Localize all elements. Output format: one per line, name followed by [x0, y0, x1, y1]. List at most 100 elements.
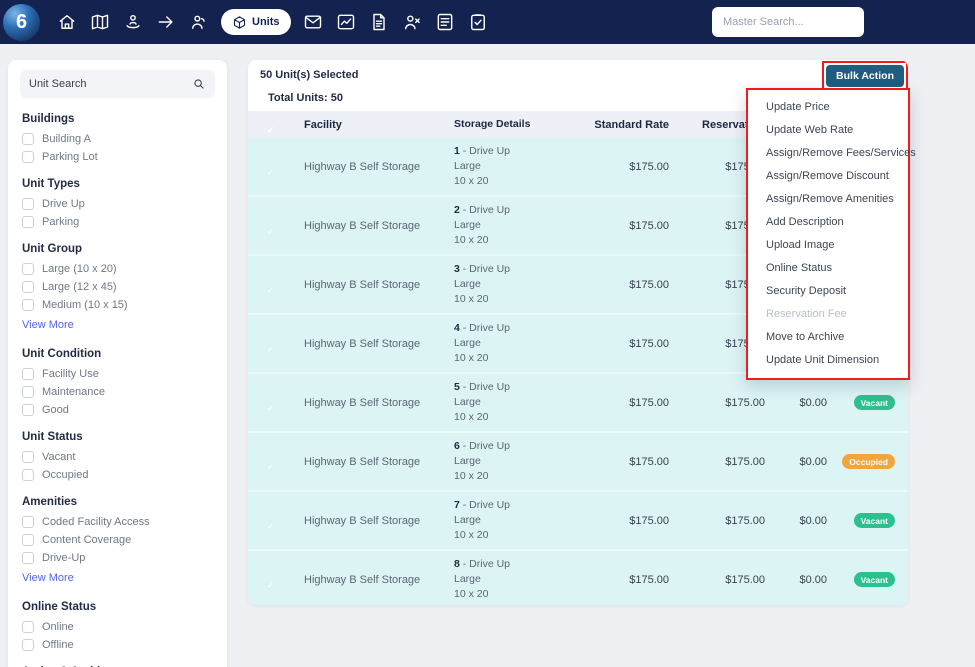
facility-cell: Highway B Self Storage — [304, 219, 421, 232]
status-badge: Vacant — [853, 572, 895, 587]
filter-good[interactable]: Good — [22, 404, 215, 416]
facility-cell: Highway B Self Storage — [304, 337, 421, 350]
storage-details-cell: 7 - Drive Up Large 10 x 20 — [454, 499, 511, 541]
standard-rate-cell: $175.00 — [629, 219, 669, 232]
checkbox-icon[interactable] — [22, 451, 34, 463]
checkbox-icon[interactable] — [22, 281, 34, 293]
header-facility: Facility — [304, 118, 342, 131]
checkbox-icon[interactable] — [22, 151, 34, 163]
section-title-unit-condition: Unit Condition — [22, 348, 102, 360]
checkbox-icon[interactable] — [22, 639, 34, 651]
standard-rate-cell: $175.00 — [629, 455, 669, 468]
checkbox-icon[interactable] — [22, 368, 34, 380]
section-title-unit-types: Unit Types — [22, 178, 80, 190]
standard-rate-cell: $175.00 — [629, 337, 669, 350]
menu-item-upload-image[interactable]: Upload Image — [748, 234, 908, 257]
menu-item-assign-remove-amenities[interactable]: Assign/Remove Amenities — [748, 188, 908, 211]
section-title-amenities: Amenities — [22, 496, 77, 508]
messages-icon[interactable] — [302, 11, 324, 33]
filter-offline[interactable]: Offline — [22, 639, 215, 651]
reservation-rate-cell: $175.00 — [725, 396, 765, 409]
filter-occupied[interactable]: Occupied — [22, 469, 215, 481]
menu-item-update-unit-dimension[interactable]: Update Unit Dimension — [748, 349, 908, 372]
checkbox-icon[interactable] — [22, 216, 34, 228]
menu-item-reservation-fee: Reservation Fee — [766, 308, 847, 320]
filter-label: Maintenance — [42, 386, 105, 398]
unit-search-input[interactable] — [29, 78, 192, 90]
checkbox-icon[interactable] — [22, 516, 34, 528]
checkbox-icon[interactable] — [22, 386, 34, 398]
checkbox-icon[interactable] — [22, 534, 34, 546]
filter-label: Occupied — [42, 469, 89, 481]
checkbox-icon[interactable] — [22, 198, 34, 210]
checkbox-icon[interactable] — [22, 404, 34, 416]
view-more-amenities[interactable]: View More — [22, 572, 74, 584]
standard-rate-cell: $175.00 — [629, 160, 669, 173]
menu-item-assign-remove-discount[interactable]: Assign/Remove Discount — [748, 165, 908, 188]
filter-facility-use[interactable]: Facility Use — [22, 368, 215, 380]
filter-online[interactable]: Online — [22, 621, 215, 633]
filter-building-a[interactable]: Building A — [22, 133, 215, 145]
map-icon[interactable] — [89, 11, 111, 33]
section-title-online-status: Online Status — [22, 601, 97, 613]
header-storage-details: Storage Details — [454, 118, 531, 130]
filter-coded-facility-access[interactable]: Coded Facility Access — [22, 516, 215, 528]
app-logo[interactable]: 6 — [3, 3, 40, 41]
documents-icon[interactable] — [368, 11, 390, 33]
menu-item-move-to-archive[interactable]: Move to Archive — [748, 326, 908, 349]
filter-large-12x45[interactable]: Large (12 x 45) — [22, 281, 215, 293]
move-out-user-icon[interactable] — [401, 11, 423, 33]
filter-label: Drive Up — [42, 198, 85, 210]
deposit-cell: $0.00 — [799, 514, 827, 527]
menu-item-update-web-rate[interactable]: Update Web Rate — [748, 119, 908, 142]
filter-parking-lot[interactable]: Parking Lot — [22, 151, 215, 163]
storage-details-cell: 4 - Drive Up Large 10 x 20 — [454, 322, 511, 364]
filter-content-coverage[interactable]: Content Coverage — [22, 534, 215, 546]
bulk-action-button[interactable]: Bulk Action — [826, 65, 904, 87]
menu-item-update-price[interactable]: Update Price — [748, 96, 908, 119]
filter-maintenance[interactable]: Maintenance — [22, 386, 215, 398]
filter-label: Large (10 x 20) — [42, 263, 117, 275]
view-more-unit-group[interactable]: View More — [22, 319, 74, 331]
section-title-unit-group: Unit Group — [22, 243, 83, 255]
master-search-input[interactable] — [712, 7, 864, 37]
filter-drive-up-amenity[interactable]: Drive-Up — [22, 552, 215, 564]
reservation-rate-cell: $175.00 — [725, 514, 765, 527]
tasks-icon[interactable] — [467, 11, 489, 33]
facility-cell: Highway B Self Storage — [304, 573, 421, 586]
menu-item-add-description[interactable]: Add Description — [748, 211, 908, 234]
filters-sidebar: Buildings Building A Parking Lot Unit Ty… — [8, 60, 227, 667]
home-icon[interactable] — [56, 11, 78, 33]
checkbox-icon[interactable] — [22, 621, 34, 633]
facility-cell: Highway B Self Storage — [304, 160, 421, 173]
filter-parking[interactable]: Parking — [22, 216, 215, 228]
facility-cell: Highway B Self Storage — [304, 514, 421, 527]
filter-medium-10x15[interactable]: Medium (10 x 15) — [22, 299, 215, 311]
checkbox-icon[interactable] — [22, 133, 34, 145]
notes-icon[interactable] — [434, 11, 456, 33]
storage-details-cell: 2 - Drive Up Large 10 x 20 — [454, 204, 511, 246]
selected-count-text: 50 Unit(s) Selected — [260, 69, 359, 81]
checkbox-icon[interactable] — [22, 299, 34, 311]
standard-rate-cell: $175.00 — [629, 278, 669, 291]
filter-label: Building A — [42, 133, 91, 145]
member-access-icon[interactable] — [122, 11, 144, 33]
checkbox-icon[interactable] — [22, 469, 34, 481]
unit-search-box[interactable] — [20, 70, 215, 98]
filter-vacant[interactable]: Vacant — [22, 451, 215, 463]
tab-units[interactable]: Units — [221, 9, 291, 35]
filter-drive-up[interactable]: Drive Up — [22, 198, 215, 210]
menu-item-security-deposit[interactable]: Security Deposit — [748, 280, 908, 303]
move-in-arrow-icon[interactable] — [155, 11, 177, 33]
reservation-rate-cell: $175.00 — [725, 573, 765, 586]
checkbox-icon[interactable] — [22, 263, 34, 275]
reports-icon[interactable] — [335, 11, 357, 33]
menu-item-assign-remove-fees-services[interactable]: Assign/Remove Fees/Services — [748, 142, 916, 165]
filter-label: Good — [42, 404, 69, 416]
customers-icon[interactable] — [188, 11, 210, 33]
menu-item-online-status[interactable]: Online Status — [748, 257, 908, 280]
standard-rate-cell: $175.00 — [629, 514, 669, 527]
filter-large-10x20[interactable]: Large (10 x 20) — [22, 263, 215, 275]
checkbox-icon[interactable] — [22, 552, 34, 564]
filter-label: Parking — [42, 216, 80, 228]
